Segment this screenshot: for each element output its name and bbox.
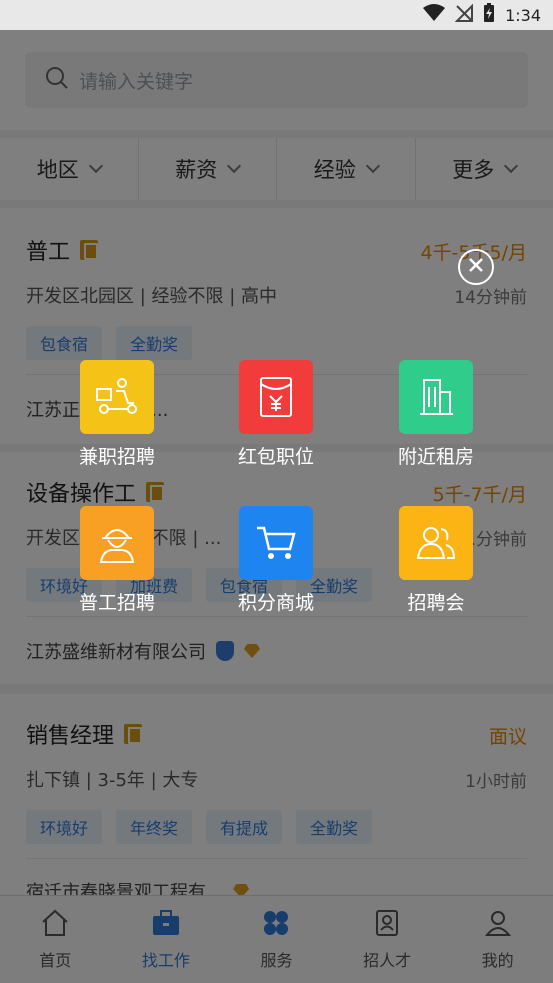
service-label: 招聘会 — [407, 592, 465, 614]
service-label: 普工招聘 — [78, 592, 155, 614]
no-signal-icon — [454, 3, 474, 26]
red-envelope-icon — [239, 360, 313, 434]
service-nearby-rental[interactable]: 附近租房 — [381, 360, 491, 469]
service-general-worker[interactable]: 普工招聘 — [62, 506, 172, 615]
service-label: 红包职位 — [237, 446, 314, 468]
delivery-scooter-icon — [80, 360, 154, 434]
building-icon — [399, 360, 473, 434]
service-label: 兼职招聘 — [78, 446, 155, 468]
status-bar: 1:34 — [0, 0, 553, 30]
shopping-cart-icon — [239, 506, 313, 580]
group-people-icon — [399, 506, 473, 580]
close-icon — [468, 257, 484, 277]
service-part-time[interactable]: 兼职招聘 — [62, 360, 172, 469]
close-button[interactable] — [458, 249, 494, 285]
service-points-mall[interactable]: 积分商城 — [221, 506, 331, 615]
service-job-fair[interactable]: 招聘会 — [381, 506, 491, 615]
service-red-packet-jobs[interactable]: 红包职位 — [221, 360, 331, 469]
worker-helmet-icon — [80, 506, 154, 580]
clock: 1:34 — [505, 5, 541, 25]
service-label: 积分商城 — [237, 592, 314, 614]
battery-charging-icon — [483, 3, 495, 27]
service-label: 附近租房 — [397, 446, 474, 468]
wifi-icon — [423, 4, 446, 26]
